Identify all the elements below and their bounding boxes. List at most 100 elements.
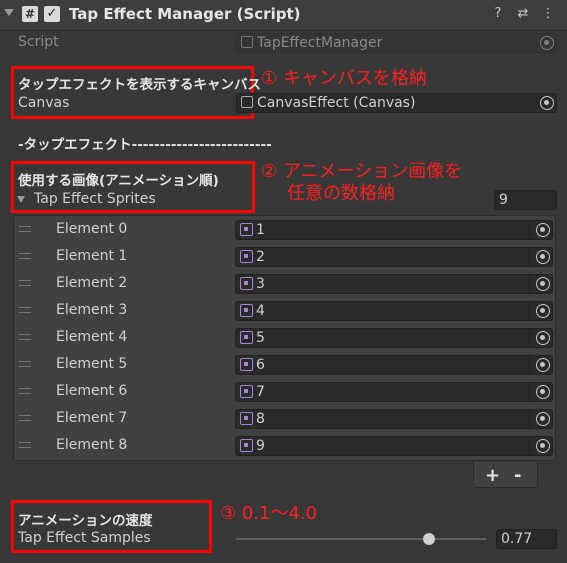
element-value: 9 [256,438,265,454]
list-item: Element 7 8 [14,406,555,433]
drag-handle-icon[interactable] [19,280,31,286]
drag-handle-icon[interactable] [19,307,31,313]
canvas-picker-icon[interactable] [540,96,554,110]
annotation-2-line2: 任意の数格納 [287,183,395,204]
sprite-picker-icon[interactable] [536,385,550,399]
sprite-icon [240,358,253,371]
sprite-object-field[interactable]: 5 [235,328,553,348]
list-item: Element 6 7 [14,379,555,406]
list-item: Element 8 9 [14,433,555,460]
element-label: Element 5 [56,356,128,372]
sprite-icon [240,385,253,398]
speed-header: アニメーションの速度 [18,513,153,529]
remove-element-button[interactable]: - [514,465,521,486]
field-divider [529,356,530,374]
drag-handle-icon[interactable] [19,415,31,421]
element-label: Element 7 [56,410,128,426]
element-label: Element 0 [56,221,128,237]
canvas-object-field[interactable]: CanvasEffect (Canvas) [236,93,557,113]
component-title: Tap Effect Manager (Script) [69,5,301,23]
sprite-object-field[interactable]: 7 [235,382,553,402]
sprite-picker-icon[interactable] [536,358,550,372]
field-divider [529,329,530,347]
sprites-size-field[interactable]: 9 [494,190,557,210]
field-divider [529,383,530,401]
element-value: 5 [256,330,265,346]
drag-handle-icon[interactable] [19,361,31,367]
script-field: TapEffectManager [236,33,557,53]
field-divider [529,302,530,320]
foldout-arrow-icon[interactable] [4,9,14,16]
sprites-label[interactable]: Tap Effect Sprites [34,191,156,207]
sprite-picker-icon[interactable] [536,331,550,345]
list-item: Element 5 6 [14,352,555,379]
list-item: Element 2 3 [14,271,555,298]
drag-handle-icon[interactable] [19,388,31,394]
list-item: Element 0 1 [14,217,555,244]
element-value: 3 [256,276,265,292]
sprites-list: Element 0 1 Element 1 2 Element 2 3 Elem… [13,215,556,461]
script-icon: # [22,6,38,22]
element-label: Element 3 [56,302,128,318]
annotation-3: ③ 0.1～4.0 [220,503,318,524]
add-element-button[interactable]: + [485,465,500,486]
preset-icon[interactable]: ⇄ [515,6,531,22]
sprite-object-field[interactable]: 9 [235,436,553,456]
element-value: 2 [256,249,265,265]
sprite-object-field[interactable]: 4 [235,301,553,321]
element-label: Element 6 [56,383,128,399]
speed-slider-thumb[interactable] [422,533,435,545]
annotation-1: ① キャンバスを格納 [261,68,427,89]
sprite-picker-icon[interactable] [536,223,550,237]
sprite-object-field[interactable]: 1 [235,220,553,240]
element-label: Element 8 [56,437,128,453]
canvas-value: CanvasEffect (Canvas) [257,95,416,111]
sprite-icon [240,331,253,344]
sprite-picker-icon[interactable] [536,250,550,264]
field-divider [529,248,530,266]
list-footer: + - [473,462,538,488]
element-value: 6 [256,357,265,373]
enabled-checkbox[interactable]: ✓ [44,6,60,22]
help-icon[interactable]: ? [490,6,506,22]
drag-handle-icon[interactable] [19,442,31,448]
sprite-icon [240,304,253,317]
sprite-object-field[interactable]: 3 [235,274,553,294]
list-item: Element 1 2 [14,244,555,271]
sprite-picker-icon[interactable] [536,277,550,291]
element-label: Element 4 [56,329,128,345]
more-menu-icon[interactable]: ⋮ [540,6,556,22]
canvas-icon [241,96,253,108]
canvas-header: タップエフェクトを表示するキャンバス [18,77,261,93]
script-file-icon [241,36,253,48]
sprite-icon [240,277,253,290]
sprite-icon [240,250,253,263]
speed-slider-track[interactable] [236,538,486,540]
sprite-object-field[interactable]: 2 [235,247,553,267]
canvas-label: Canvas [18,95,70,111]
sprites-header: 使用する画像(アニメーション順) [18,173,219,189]
element-label: Element 2 [56,275,128,291]
tap-effect-header: -タップエフェクト------------------------- [18,137,272,153]
sprite-object-field[interactable]: 6 [235,355,553,375]
script-picker-icon [540,36,554,50]
field-divider [529,275,530,293]
sprite-icon [240,412,253,425]
sprite-picker-icon[interactable] [536,304,550,318]
sprite-picker-icon[interactable] [536,412,550,426]
drag-handle-icon[interactable] [19,253,31,259]
speed-label: Tap Effect Samples [18,530,151,546]
drag-handle-icon[interactable] [19,334,31,340]
element-value: 4 [256,303,265,319]
script-label: Script [18,34,59,50]
speed-value-field[interactable]: 0.77 [496,529,557,549]
drag-handle-icon[interactable] [19,226,31,232]
sprite-icon [240,223,253,236]
element-value: 8 [256,411,265,427]
sprites-foldout-icon[interactable] [17,196,25,203]
sprite-object-field[interactable]: 8 [235,409,553,429]
list-item: Element 3 4 [14,298,555,325]
list-item: Element 4 5 [14,325,555,352]
field-divider [529,437,530,455]
sprite-picker-icon[interactable] [536,439,550,453]
